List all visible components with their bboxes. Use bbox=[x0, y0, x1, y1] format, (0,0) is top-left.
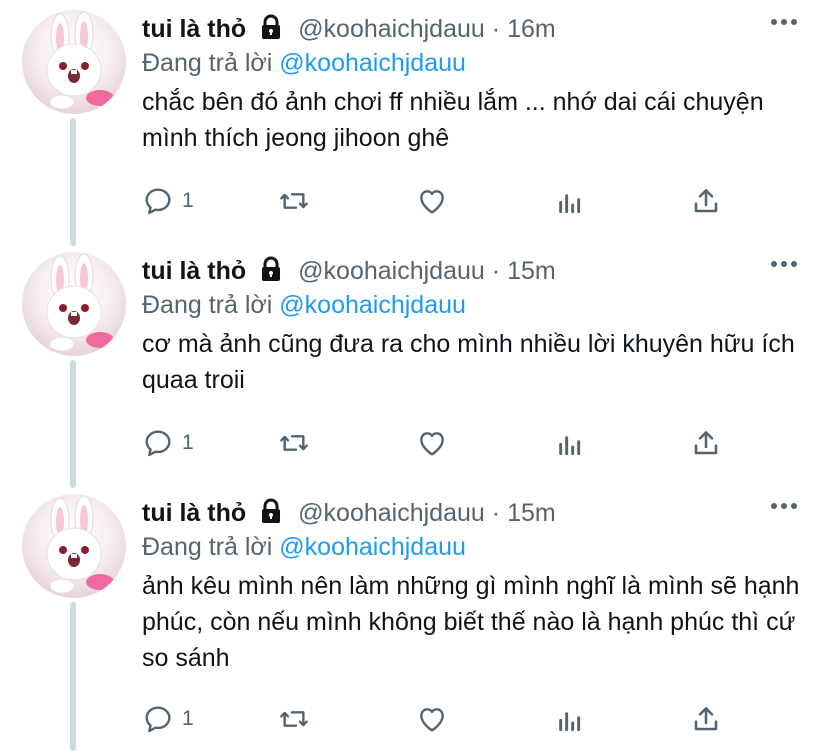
avatar[interactable] bbox=[22, 494, 126, 598]
reply-button[interactable]: 1 bbox=[142, 184, 194, 218]
display-name[interactable]: tui là thỏ bbox=[142, 257, 246, 285]
reply-count: 1 bbox=[182, 189, 194, 212]
like-icon bbox=[420, 190, 444, 214]
retweet-button[interactable] bbox=[276, 426, 312, 460]
tweet-actions: 1 bbox=[142, 184, 742, 218]
separator-dot: · bbox=[491, 257, 501, 285]
like-button[interactable] bbox=[415, 184, 449, 218]
separator-dot: · bbox=[491, 15, 501, 43]
analytics-button[interactable] bbox=[554, 426, 586, 460]
share-icon bbox=[694, 431, 718, 455]
tweet-header: tui là thỏ @koohaichjdauu · 15m bbox=[142, 496, 556, 530]
more-icon[interactable] bbox=[770, 260, 798, 268]
reply-count: 1 bbox=[182, 431, 194, 454]
like-button[interactable] bbox=[415, 426, 449, 460]
reply-icon bbox=[145, 706, 171, 733]
mention-link[interactable]: @koohaichjdauu bbox=[279, 291, 466, 319]
reply-icon bbox=[145, 430, 171, 457]
bunny-avatar-image bbox=[46, 253, 114, 352]
analytics-icon bbox=[559, 712, 581, 732]
analytics-icon bbox=[559, 194, 581, 214]
lock-icon bbox=[258, 498, 284, 533]
replying-prefix: Đang trả lời bbox=[142, 291, 273, 319]
share-button[interactable] bbox=[690, 426, 722, 460]
tweet[interactable]: tui là thỏ @koohaichjdauu · 15m Đang trả lờ… bbox=[0, 484, 828, 751]
mention-link[interactable]: @koohaichjdauu bbox=[279, 49, 466, 77]
reply-button[interactable]: 1 bbox=[142, 702, 194, 736]
tweet-header: tui là thỏ @koohaichjdauu · 15m bbox=[142, 254, 556, 288]
display-name[interactable]: tui là thỏ bbox=[142, 499, 246, 527]
lock-icon bbox=[258, 256, 284, 291]
like-icon bbox=[420, 432, 444, 456]
user-handle[interactable]: @koohaichjdauu bbox=[298, 499, 485, 527]
timestamp[interactable]: 15m bbox=[507, 257, 556, 285]
more-icon[interactable] bbox=[770, 18, 798, 26]
replying-to: Đang trả lời @koohaichjdauu bbox=[142, 530, 466, 564]
timestamp[interactable]: 16m bbox=[507, 15, 556, 43]
analytics-button[interactable] bbox=[554, 184, 586, 218]
retweet-icon bbox=[280, 435, 308, 451]
tweet-text: cơ mà ảnh cũng đưa ra cho mình nhiều lời… bbox=[142, 330, 795, 394]
retweet-button[interactable] bbox=[276, 184, 312, 218]
replying-prefix: Đang trả lời bbox=[142, 49, 273, 77]
share-button[interactable] bbox=[690, 702, 722, 736]
mention-link[interactable]: @koohaichjdauu bbox=[279, 533, 466, 561]
reply-count: 1 bbox=[182, 707, 194, 730]
tweet-actions: 1 bbox=[142, 702, 742, 736]
tweet-header: tui là thỏ @koohaichjdauu · 16m bbox=[142, 12, 556, 46]
bunny-avatar-image bbox=[46, 11, 114, 110]
reply-icon bbox=[145, 188, 171, 215]
tweet-text: ảnh kêu mình nên làm những gì mình nghĩ … bbox=[142, 572, 800, 672]
more-icon[interactable] bbox=[770, 502, 798, 510]
lock-icon bbox=[258, 14, 284, 49]
tweet-actions: 1 bbox=[142, 426, 742, 460]
timestamp[interactable]: 15m bbox=[507, 499, 556, 527]
avatar[interactable] bbox=[22, 252, 126, 356]
analytics-icon bbox=[559, 436, 581, 456]
share-icon bbox=[694, 189, 718, 213]
retweet-icon bbox=[280, 193, 308, 209]
separator-dot: · bbox=[491, 499, 501, 527]
user-handle[interactable]: @koohaichjdauu bbox=[298, 15, 485, 43]
analytics-button[interactable] bbox=[554, 702, 586, 736]
like-button[interactable] bbox=[415, 702, 449, 736]
retweet-button[interactable] bbox=[276, 702, 312, 736]
tweet[interactable]: tui là thỏ @koohaichjdauu · 16m Đang trả lờ… bbox=[0, 0, 828, 242]
reply-button[interactable]: 1 bbox=[142, 426, 194, 460]
tweet[interactable]: tui là thỏ @koohaichjdauu · 15m Đang trả lờ… bbox=[0, 242, 828, 484]
share-icon bbox=[694, 707, 718, 731]
share-button[interactable] bbox=[690, 184, 722, 218]
user-handle[interactable]: @koohaichjdauu bbox=[298, 257, 485, 285]
retweet-icon bbox=[280, 711, 308, 727]
replying-to: Đang trả lời @koohaichjdauu bbox=[142, 288, 466, 322]
tweet-text: chắc bên đó ảnh chơi ff nhiều lắm ... nh… bbox=[142, 88, 764, 152]
display-name[interactable]: tui là thỏ bbox=[142, 15, 246, 43]
bunny-avatar-image bbox=[46, 495, 114, 594]
replying-to: Đang trả lời @koohaichjdauu bbox=[142, 46, 466, 80]
avatar[interactable] bbox=[22, 10, 126, 114]
replying-prefix: Đang trả lời bbox=[142, 533, 273, 561]
like-icon bbox=[420, 708, 444, 732]
